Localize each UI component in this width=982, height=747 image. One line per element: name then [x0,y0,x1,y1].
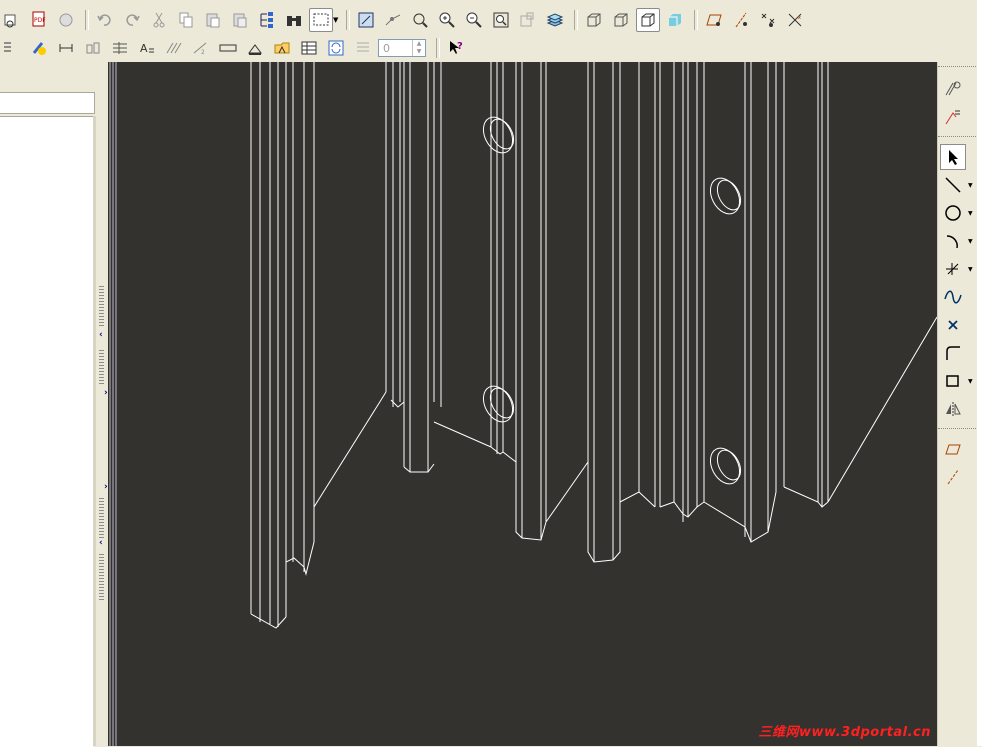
splitter-grip[interactable] [99,348,104,384]
select-rectangle-icon[interactable] [309,8,333,32]
panel-splitter[interactable]: ‹ › › ‹ [98,62,108,746]
equation-icon[interactable] [940,104,966,130]
chevron-left-icon[interactable]: ‹ [99,538,103,548]
hole-features [482,116,742,485]
splitter-grip[interactable] [99,496,104,538]
centerline-icon[interactable] [940,464,966,490]
window-edge [977,0,982,746]
redo-icon[interactable] [120,8,144,32]
splitter-grip[interactable] [99,552,104,600]
front-view-icon[interactable] [582,8,606,32]
coord-icon[interactable]: x [783,8,807,32]
binoculars-icon[interactable] [282,8,306,32]
list-icon[interactable] [0,36,24,60]
refresh-icon[interactable] [324,36,348,60]
separator [938,66,978,68]
copy-icon[interactable] [174,8,198,32]
back-view-icon[interactable] [609,8,633,32]
feature-tree[interactable] [0,116,93,747]
tolerance-icon[interactable] [108,36,132,60]
annotation-toolbar: A 2 0 ▲ ▼ ? [0,34,471,62]
pan-icon[interactable] [408,8,432,32]
feature-manager-panel: ‹ › › ‹ [0,62,108,747]
undo-icon[interactable] [93,8,117,32]
sketch-icon[interactable] [354,8,378,32]
panel-header [0,92,95,114]
whats-this-icon[interactable]: ? [444,36,468,60]
separator [346,10,350,30]
axis-icon[interactable] [729,8,753,32]
sketch-toolbar: ▼ ▼ ▼ ▼ ▼ [937,62,978,746]
scale-icon[interactable]: 2 [189,36,213,60]
main-toolbar: PDF ▼ x [0,6,810,34]
separator [938,428,978,430]
shaded-view-icon[interactable] [663,8,687,32]
point-tool-icon[interactable] [940,256,966,282]
fillet-icon[interactable] [940,340,966,366]
spline-icon[interactable] [940,284,966,310]
iso-view-icon[interactable] [636,8,660,32]
separator [85,10,89,30]
tree-icon[interactable] [255,8,279,32]
svg-text:PDF: PDF [34,17,46,24]
print-preview-icon[interactable] [0,8,24,32]
datum-icon[interactable] [243,36,267,60]
annotation-icon[interactable] [270,36,294,60]
svg-text:A: A [140,42,148,55]
svg-text:2: 2 [201,49,205,56]
select-icon[interactable] [940,144,966,170]
layer-list-icon[interactable] [351,36,375,60]
layers-icon[interactable] [543,8,567,32]
value-spinner[interactable]: 0 ▲ ▼ [378,39,426,57]
mirror-icon[interactable] [940,396,966,422]
zoom-fit-icon[interactable] [489,8,513,32]
plane-icon[interactable] [702,8,726,32]
print-icon[interactable] [54,8,78,32]
weld-icon[interactable] [216,36,240,60]
spinner-value: 0 [383,42,390,55]
plane-tool-icon[interactable] [940,436,966,462]
separator [938,136,978,138]
zoom-out-icon[interactable] [462,8,486,32]
scrollbar[interactable] [93,116,96,746]
separator [436,38,440,58]
chevron-down-icon[interactable]: ▼ [333,8,340,32]
svg-text:?: ? [457,41,463,52]
cut-icon[interactable] [147,8,171,32]
separator [574,10,578,30]
text-icon[interactable]: A [135,36,159,60]
point-icon[interactable] [756,8,780,32]
chevron-down-icon[interactable]: ▼ [968,378,973,385]
align-icon[interactable] [81,36,105,60]
circle-icon[interactable] [940,200,966,226]
separator [694,10,698,30]
table-icon[interactable] [297,36,321,60]
hatch-icon[interactable] [162,36,186,60]
chevron-down-icon[interactable]: ▼ [968,182,973,189]
relations-icon[interactable] [940,76,966,102]
chevron-left-icon[interactable]: ‹ [99,330,103,340]
arc-icon[interactable] [940,228,966,254]
watermark: 三维网www.3dportal.cn [758,725,931,740]
paste-special-icon[interactable] [228,8,252,32]
graphics-area[interactable]: 三维网www.3dportal.cn [108,62,937,746]
trim-icon[interactable] [381,8,405,32]
view-palette-icon[interactable] [516,8,540,32]
pdf-icon[interactable]: PDF [27,8,51,32]
paste-icon[interactable] [201,8,225,32]
chevron-down-icon[interactable]: ▼ [968,210,973,217]
line-icon[interactable] [940,172,966,198]
rectangle-icon[interactable] [940,368,966,394]
svg-text:x: x [798,15,801,21]
profile-lines [250,62,829,627]
highlight-icon[interactable] [27,36,51,60]
splitter-grip[interactable] [99,284,104,326]
dimension-icon[interactable] [54,36,78,60]
spinner-arrows[interactable]: ▲ ▼ [412,40,425,56]
wireframe-model [250,62,937,629]
zoom-in-icon[interactable] [435,8,459,32]
chevron-down-icon[interactable]: ▼ [968,238,973,245]
x-point-icon[interactable] [940,312,966,338]
chevron-down-icon[interactable]: ▼ [968,266,973,273]
